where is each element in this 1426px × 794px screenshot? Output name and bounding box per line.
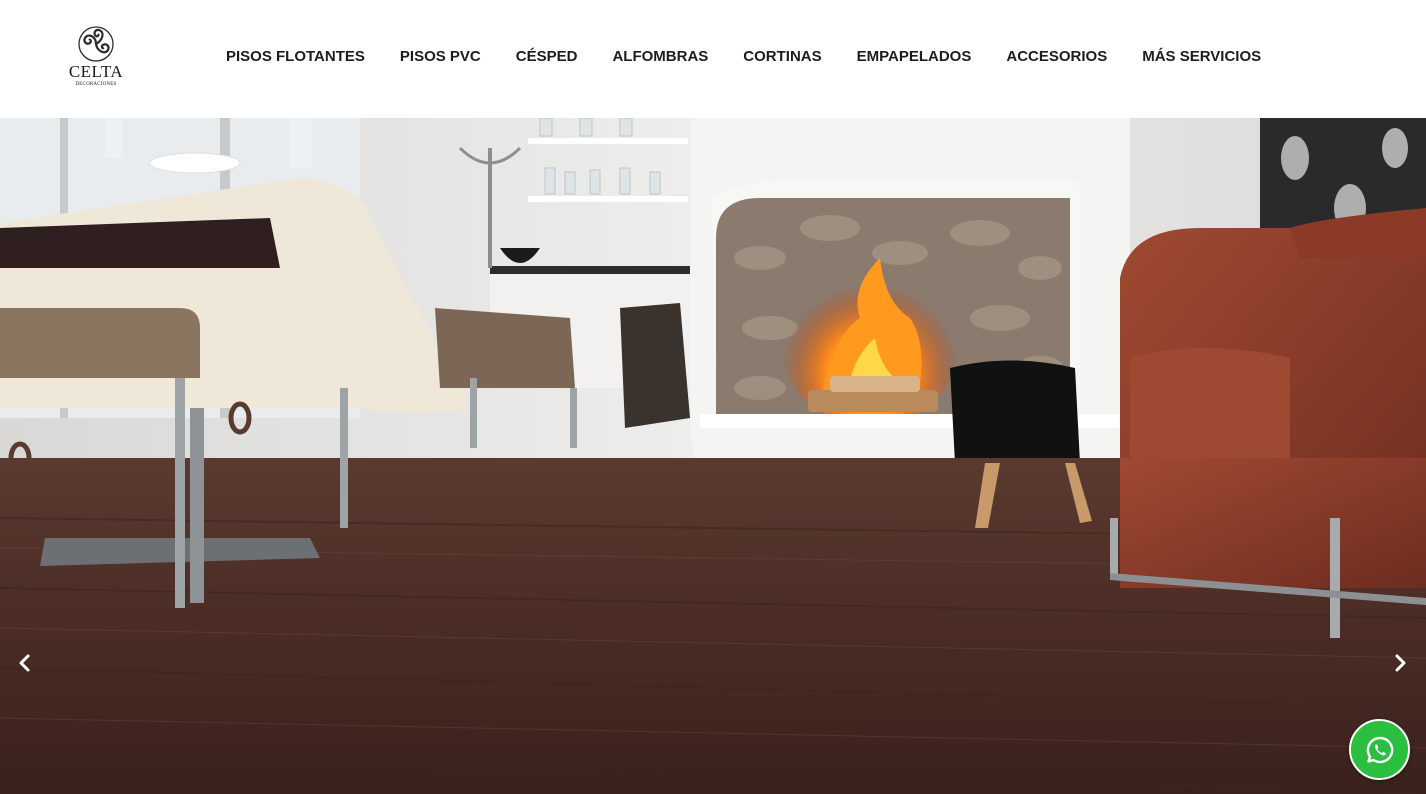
nav-item-cortinas[interactable]: CORTINAS: [743, 46, 821, 68]
nav-item-alfombras[interactable]: ALFOMBRAS: [612, 46, 708, 68]
nav-item-pisos-flotantes[interactable]: PISOS FLOTANTES: [226, 46, 365, 68]
nav-item-cesped[interactable]: CÉSPED: [516, 46, 578, 68]
slider-next-button[interactable]: [1385, 648, 1415, 678]
nav-item-pisos-pvc[interactable]: PISOS PVC: [400, 46, 481, 68]
brand-name: CELTA: [68, 62, 124, 81]
hero-slider: [0, 118, 1426, 794]
whatsapp-icon: [1366, 736, 1394, 764]
triskelion-icon: [78, 26, 114, 62]
nav-item-accesorios[interactable]: ACCESORIOS: [1006, 46, 1107, 68]
nav-item-empapelados[interactable]: EMPAPELADOS: [857, 46, 972, 68]
slider-prev-button[interactable]: [10, 648, 40, 678]
chevron-left-icon: [19, 654, 30, 672]
chevron-right-icon: [1395, 654, 1406, 672]
site-header: CELTA DECORACIONES PISOS FLOTANTES PISOS…: [0, 0, 1426, 118]
hero-image: [0, 118, 1426, 794]
brand-tagline: DECORACIONES: [75, 82, 117, 87]
whatsapp-button[interactable]: [1349, 719, 1410, 780]
nav-item-mas-servicios[interactable]: MÁS SERVICIOS: [1142, 46, 1261, 68]
main-nav: PISOS FLOTANTES PISOS PVC CÉSPED ALFOMBR…: [226, 46, 1261, 68]
brand-logo[interactable]: CELTA DECORACIONES: [66, 24, 128, 92]
